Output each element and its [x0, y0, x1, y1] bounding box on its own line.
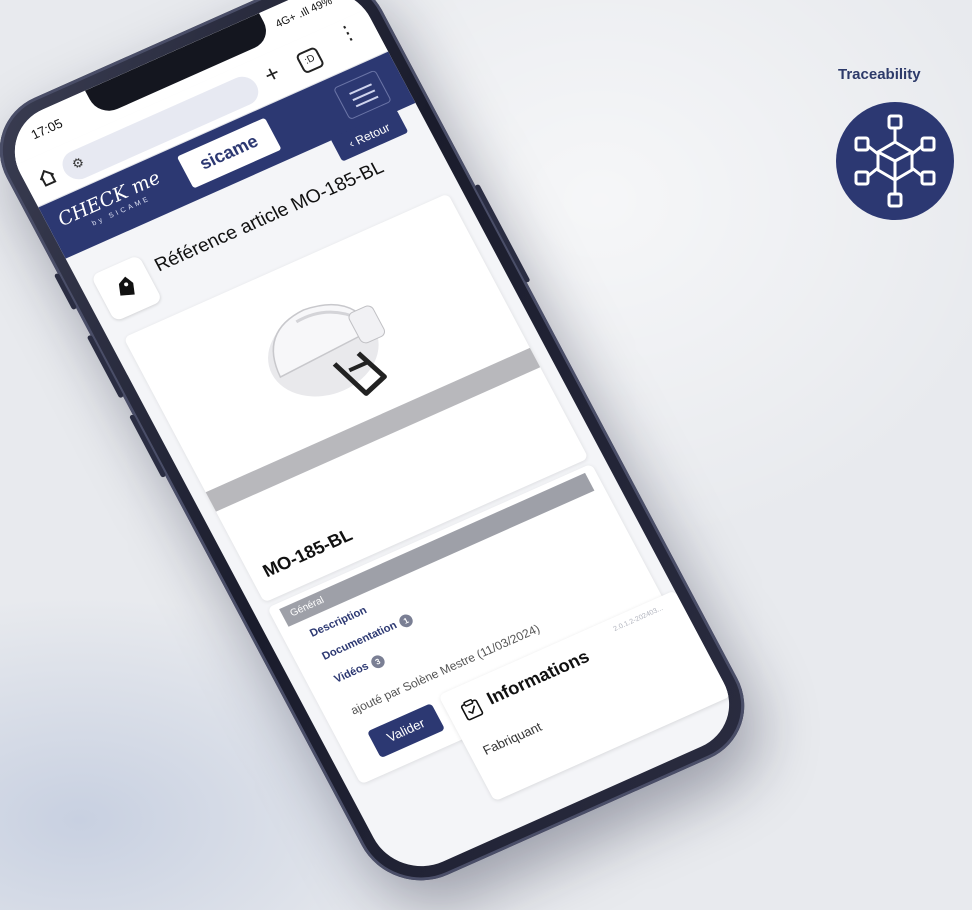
home-icon[interactable] [33, 164, 61, 190]
tab-videos-label: Vidéos [332, 660, 371, 686]
new-tab-button[interactable]: + [260, 60, 286, 90]
informations-title: Informations [483, 646, 593, 709]
more-menu-button[interactable]: ⋮ [334, 20, 363, 48]
count-badge: 1 [397, 612, 416, 630]
tab-videos[interactable]: Vidéos 3 [332, 653, 387, 686]
tab-switcher-button[interactable]: :D [294, 46, 326, 75]
clipboard-check-icon [460, 699, 484, 721]
network-nodes-icon [836, 102, 954, 220]
count-badge: 3 [368, 653, 387, 671]
tag-icon [118, 276, 135, 296]
status-time: 17:05 [28, 115, 66, 143]
validate-button[interactable]: Valider [366, 703, 446, 759]
status-indicators: 4G+ .ıll 49% [273, 0, 335, 31]
hamburger-icon[interactable] [332, 69, 392, 121]
tag-icon-box [90, 254, 163, 322]
traceability-badge: Traceability [832, 62, 972, 220]
manufacturer-label: Fabriquant [480, 719, 545, 758]
product-code: MO-185-BL [259, 524, 356, 581]
traceability-label: Traceability [838, 66, 921, 83]
site-settings-icon[interactable]: ⚙ [69, 154, 87, 173]
